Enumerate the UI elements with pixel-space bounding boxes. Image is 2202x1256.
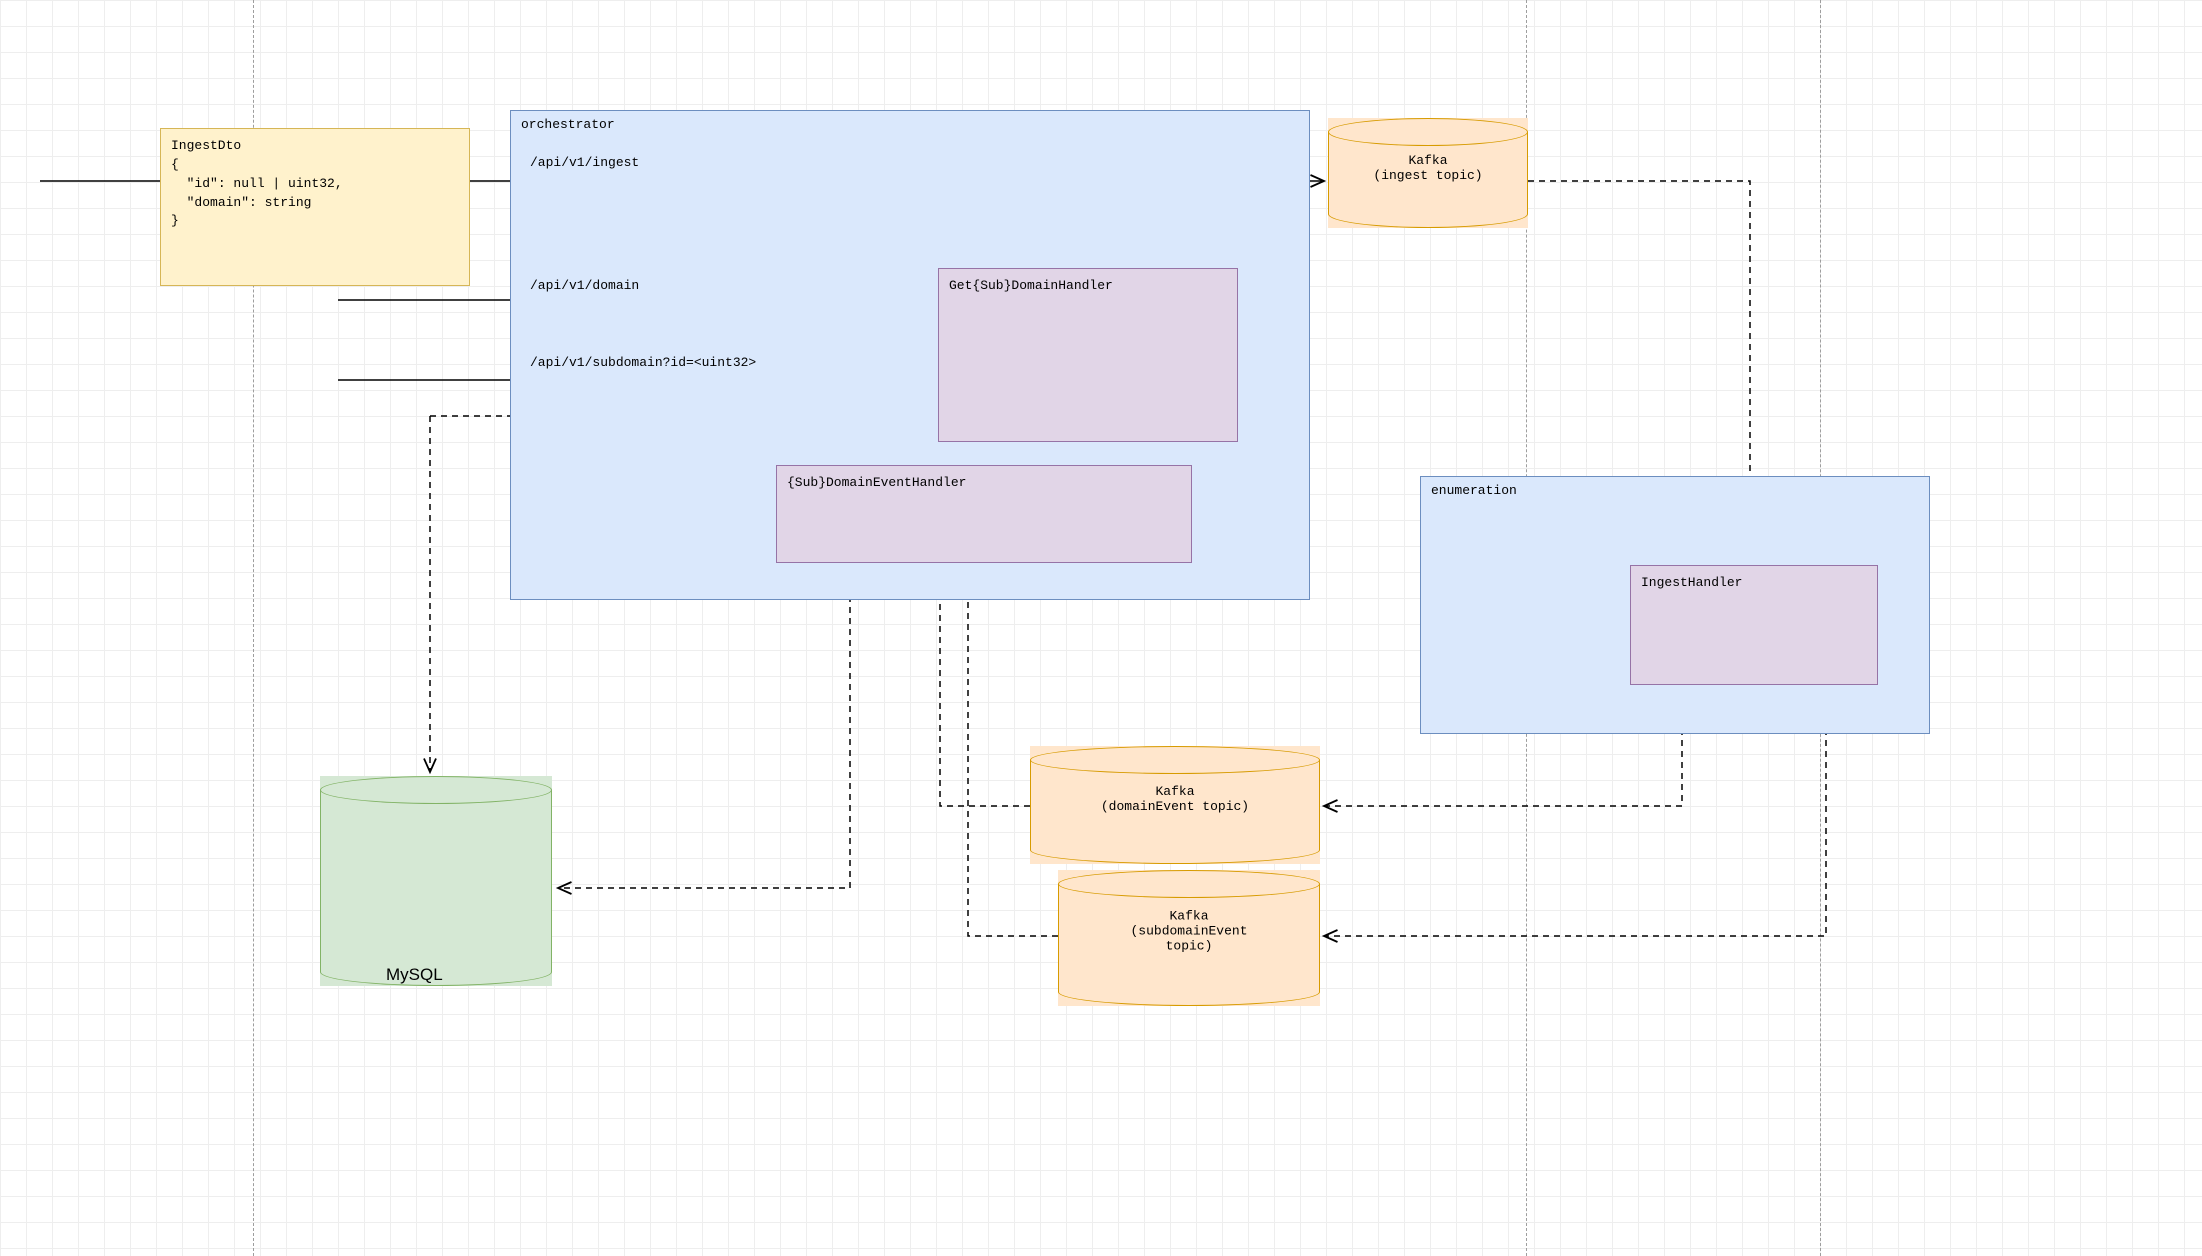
enumeration-label: enumeration bbox=[1431, 483, 1517, 498]
api-subdomain-label: /api/v1/subdomain?id=<uint32> bbox=[530, 355, 756, 370]
kafka-subdomain-cylinder: Kafka (subdomainEvent topic) bbox=[1058, 870, 1320, 1006]
diagram-canvas: IngestDto { "id": null | uint32, "domain… bbox=[0, 0, 2202, 1256]
kafka-domain-cylinder: Kafka (domainEvent topic) bbox=[1030, 746, 1320, 864]
api-domain-label: /api/v1/domain bbox=[530, 278, 639, 293]
ingest-dto-box: IngestDto { "id": null | uint32, "domain… bbox=[160, 128, 470, 286]
kafka-ingest-cylinder: Kafka (ingest topic) bbox=[1328, 118, 1528, 228]
kafka-domain-label: Kafka (domainEvent topic) bbox=[1101, 784, 1249, 814]
api-ingest-label: /api/v1/ingest bbox=[530, 155, 639, 170]
mysql-label: MySQL bbox=[386, 965, 443, 985]
get-domain-handler-box: Get{Sub}DomainHandler bbox=[938, 268, 1238, 442]
kafka-ingest-label: Kafka (ingest topic) bbox=[1373, 153, 1482, 183]
ingest-handler-box: IngestHandler bbox=[1630, 565, 1878, 685]
mysql-cylinder bbox=[320, 776, 552, 986]
kafka-subdomain-label: Kafka (subdomainEvent topic) bbox=[1130, 909, 1247, 954]
orchestrator-label: orchestrator bbox=[521, 117, 615, 132]
domain-event-handler-box: {Sub}DomainEventHandler bbox=[776, 465, 1192, 563]
